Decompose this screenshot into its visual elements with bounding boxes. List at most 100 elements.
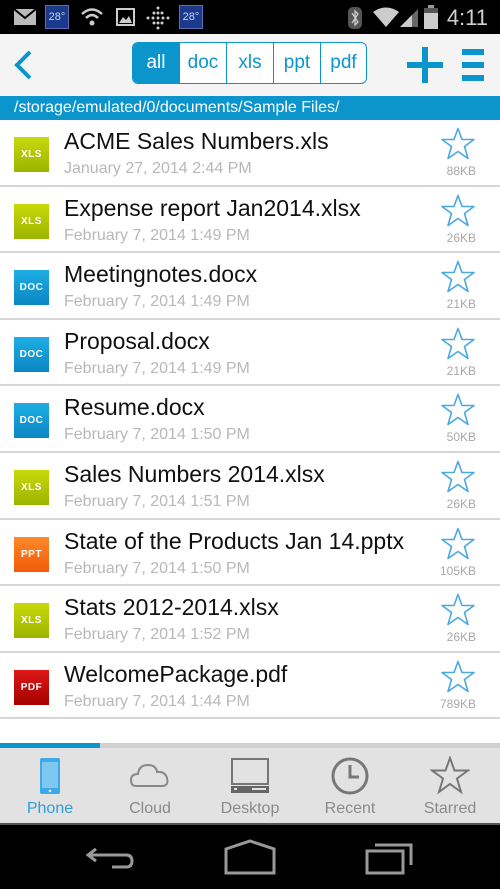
tab-label: Recent bbox=[324, 800, 376, 817]
star-toggle-icon[interactable] bbox=[440, 593, 476, 627]
home-nav-icon[interactable] bbox=[224, 839, 276, 875]
phone-icon bbox=[40, 758, 60, 794]
clock: 4:11 bbox=[446, 5, 488, 30]
desktop-icon bbox=[231, 758, 269, 793]
file-size: 21KB bbox=[446, 363, 476, 378]
file-row[interactable]: DOC Meetingnotes.docx February 7, 2014 1:4… bbox=[0, 253, 500, 320]
file-size: 21KB bbox=[446, 297, 476, 312]
file-size: 105KB bbox=[439, 563, 476, 578]
dots-grid-icon bbox=[146, 6, 170, 30]
tab-label: Desktop bbox=[220, 800, 280, 817]
tab-desktop[interactable]: Desktop bbox=[200, 748, 300, 823]
doc-file-icon: DOC bbox=[14, 336, 49, 372]
filter-xls[interactable]: xls bbox=[226, 43, 273, 83]
file-row[interactable]: XLS Expense report Jan2014.xlsx February 7… bbox=[0, 187, 500, 254]
xls-file-icon: XLS bbox=[14, 469, 49, 505]
file-row[interactable]: XLS ACME Sales Numbers.xls January 27, 201… bbox=[0, 120, 500, 187]
bottom-tab-bar: Phone Cloud Desktop Recent Starred bbox=[0, 743, 500, 823]
file-name: Expense report Jan2014.xlsx bbox=[64, 194, 361, 221]
back-nav-icon[interactable] bbox=[86, 839, 136, 875]
star-toggle-icon[interactable] bbox=[440, 327, 476, 361]
add-button[interactable] bbox=[406, 46, 444, 84]
plus-icon bbox=[407, 47, 443, 83]
file-list: XLS ACME Sales Numbers.xls January 27, 201… bbox=[0, 120, 500, 743]
app-bar: all doc xls ppt pdf bbox=[0, 34, 500, 96]
file-name: Meetingnotes.docx bbox=[64, 261, 258, 288]
menu-button[interactable] bbox=[462, 47, 486, 83]
star-icon bbox=[430, 756, 470, 795]
file-row[interactable]: XLS Stats 2012-2014.xlsx February 7, 2014 … bbox=[0, 586, 500, 653]
filter-doc[interactable]: doc bbox=[179, 43, 226, 83]
file-date: February 7, 2014 1:49 PM bbox=[64, 226, 250, 244]
cloud-icon bbox=[130, 763, 169, 787]
file-date: February 7, 2014 1:51 PM bbox=[64, 492, 250, 510]
doc-file-icon: DOC bbox=[14, 403, 49, 439]
tab-label: Cloud bbox=[129, 800, 171, 817]
filter-all[interactable]: all bbox=[133, 43, 179, 83]
xls-file-icon: XLS bbox=[14, 137, 49, 172]
cell-signal-icon bbox=[400, 9, 418, 27]
file-size: 26KB bbox=[446, 630, 476, 645]
file-row[interactable]: PPT State of the Products Jan 14.pptx Febr… bbox=[0, 520, 500, 587]
back-button[interactable] bbox=[10, 48, 40, 82]
xls-file-icon: XLS bbox=[14, 203, 49, 239]
star-toggle-icon[interactable] bbox=[440, 127, 476, 161]
ppt-file-icon: PPT bbox=[14, 536, 49, 572]
file-date: February 7, 2014 1:44 PM bbox=[64, 692, 250, 710]
clock-icon bbox=[331, 757, 369, 795]
battery-icon bbox=[424, 5, 438, 29]
star-toggle-icon[interactable] bbox=[440, 194, 476, 228]
star-toggle-icon[interactable] bbox=[440, 527, 476, 561]
file-date: February 7, 2014 1:50 PM bbox=[64, 559, 250, 577]
recents-nav-icon[interactable] bbox=[365, 839, 415, 875]
file-name: Proposal.docx bbox=[64, 327, 210, 354]
file-name: Stats 2012-2014.xlsx bbox=[64, 594, 279, 621]
chevron-left-icon bbox=[14, 50, 32, 80]
breadcrumb-path: /storage/emulated/0/documents/Sample Fil… bbox=[0, 96, 500, 120]
file-size: 88KB bbox=[446, 164, 476, 178]
pdf-file-icon: PDF bbox=[14, 669, 49, 705]
star-toggle-icon[interactable] bbox=[440, 260, 476, 294]
star-toggle-icon[interactable] bbox=[440, 393, 476, 427]
file-size: 26KB bbox=[446, 230, 476, 245]
file-size: 26KB bbox=[446, 496, 476, 511]
tab-cloud[interactable]: Cloud bbox=[100, 748, 200, 823]
star-toggle-icon[interactable] bbox=[440, 660, 476, 694]
tab-phone[interactable]: Phone bbox=[0, 748, 100, 823]
doc-file-icon: DOC bbox=[14, 270, 49, 306]
image-icon bbox=[116, 8, 135, 26]
tab-recent[interactable]: Recent bbox=[300, 748, 400, 823]
tab-starred[interactable]: Starred bbox=[400, 748, 500, 823]
file-name: Resume.docx bbox=[64, 394, 205, 421]
file-size: 50KB bbox=[446, 430, 476, 445]
file-date: February 7, 2014 1:50 PM bbox=[64, 426, 250, 444]
bluetooth-icon bbox=[348, 7, 362, 29]
weather-temp-badge: 28° bbox=[45, 5, 69, 29]
file-row[interactable]: PDF WelcomePackage.pdf February 7, 2014 1:… bbox=[0, 653, 500, 720]
tab-label: Phone bbox=[26, 800, 74, 817]
file-date: February 7, 2014 1:49 PM bbox=[64, 359, 250, 377]
menu-icon bbox=[462, 49, 484, 81]
system-nav-bar bbox=[0, 823, 500, 889]
file-type-filter: all doc xls ppt pdf bbox=[132, 42, 367, 84]
mail-icon bbox=[14, 9, 36, 25]
filter-ppt[interactable]: ppt bbox=[273, 43, 320, 83]
wifi-signal-icon bbox=[373, 7, 399, 27]
file-name: Sales Numbers 2014.xlsx bbox=[64, 460, 325, 487]
file-name: State of the Products Jan 14.pptx bbox=[64, 527, 405, 554]
file-row[interactable]: DOC Proposal.docx February 7, 2014 1:49 PM… bbox=[0, 320, 500, 387]
status-bar: 28° 28° 4:11 bbox=[0, 0, 500, 34]
tab-label: Starred bbox=[423, 800, 477, 817]
file-date: February 7, 2014 1:52 PM bbox=[64, 626, 250, 644]
file-size: 789KB bbox=[439, 696, 476, 711]
file-row[interactable]: XLS Sales Numbers 2014.xlsx February 7, 20… bbox=[0, 453, 500, 520]
filter-pdf[interactable]: pdf bbox=[320, 43, 366, 83]
file-name: WelcomePackage.pdf bbox=[64, 660, 288, 687]
weather-temp-badge: 28° bbox=[179, 5, 203, 29]
xls-file-icon: XLS bbox=[14, 603, 49, 639]
file-row[interactable]: DOC Resume.docx February 7, 2014 1:50 PM 50… bbox=[0, 386, 500, 453]
wifi-icon bbox=[81, 8, 103, 26]
star-toggle-icon[interactable] bbox=[440, 460, 476, 494]
file-name: ACME Sales Numbers.xls bbox=[64, 128, 329, 154]
file-date: February 7, 2014 1:49 PM bbox=[64, 293, 250, 311]
